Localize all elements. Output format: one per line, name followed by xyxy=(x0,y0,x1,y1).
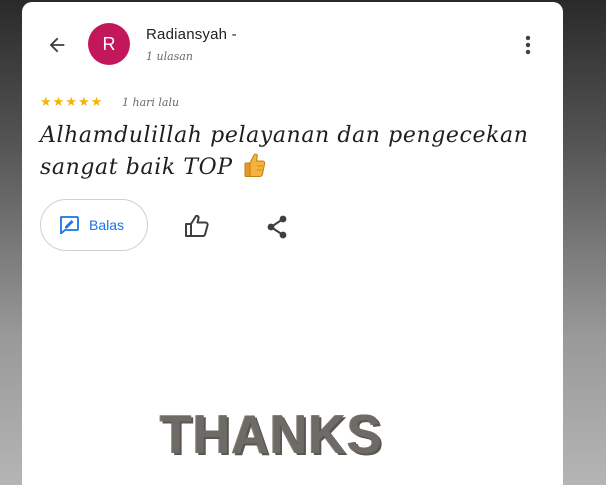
avatar-initial: R xyxy=(102,33,116,54)
review-count: 1 ulasan xyxy=(146,50,193,63)
star-rating: ★ ★ ★ ★ ★ xyxy=(40,95,102,109)
like-button[interactable] xyxy=(182,212,212,240)
thumbs-up-emoji-icon xyxy=(244,152,266,188)
star-icon: ★ xyxy=(65,94,77,109)
reviewer-name[interactable]: Radiansyah - xyxy=(146,26,237,43)
more-options-button[interactable] xyxy=(518,32,538,58)
star-icon: ★ xyxy=(77,94,90,109)
star-icon: ★ xyxy=(52,94,65,109)
share-button[interactable] xyxy=(264,214,290,240)
reply-button[interactable]: Balas xyxy=(40,199,148,251)
share-icon xyxy=(267,215,287,239)
arrow-left-icon xyxy=(49,37,65,53)
more-vert-icon xyxy=(525,35,531,55)
review-body: Alhamdulillah pelayanan dan pengecekan s… xyxy=(40,123,529,180)
avatar[interactable]: R xyxy=(88,23,130,65)
star-icon: ★ xyxy=(90,94,103,109)
reply-icon xyxy=(60,216,79,234)
review-text: Alhamdulillah pelayanan dan pengecekan s… xyxy=(40,120,545,188)
star-icon: ★ xyxy=(40,94,52,109)
back-button[interactable] xyxy=(42,30,72,60)
thumbs-up-icon xyxy=(185,214,209,237)
review-time: 1 hari lalu xyxy=(122,96,180,109)
thanks-sticker: THANKS xyxy=(160,404,383,466)
reply-label: Balas xyxy=(89,217,125,233)
